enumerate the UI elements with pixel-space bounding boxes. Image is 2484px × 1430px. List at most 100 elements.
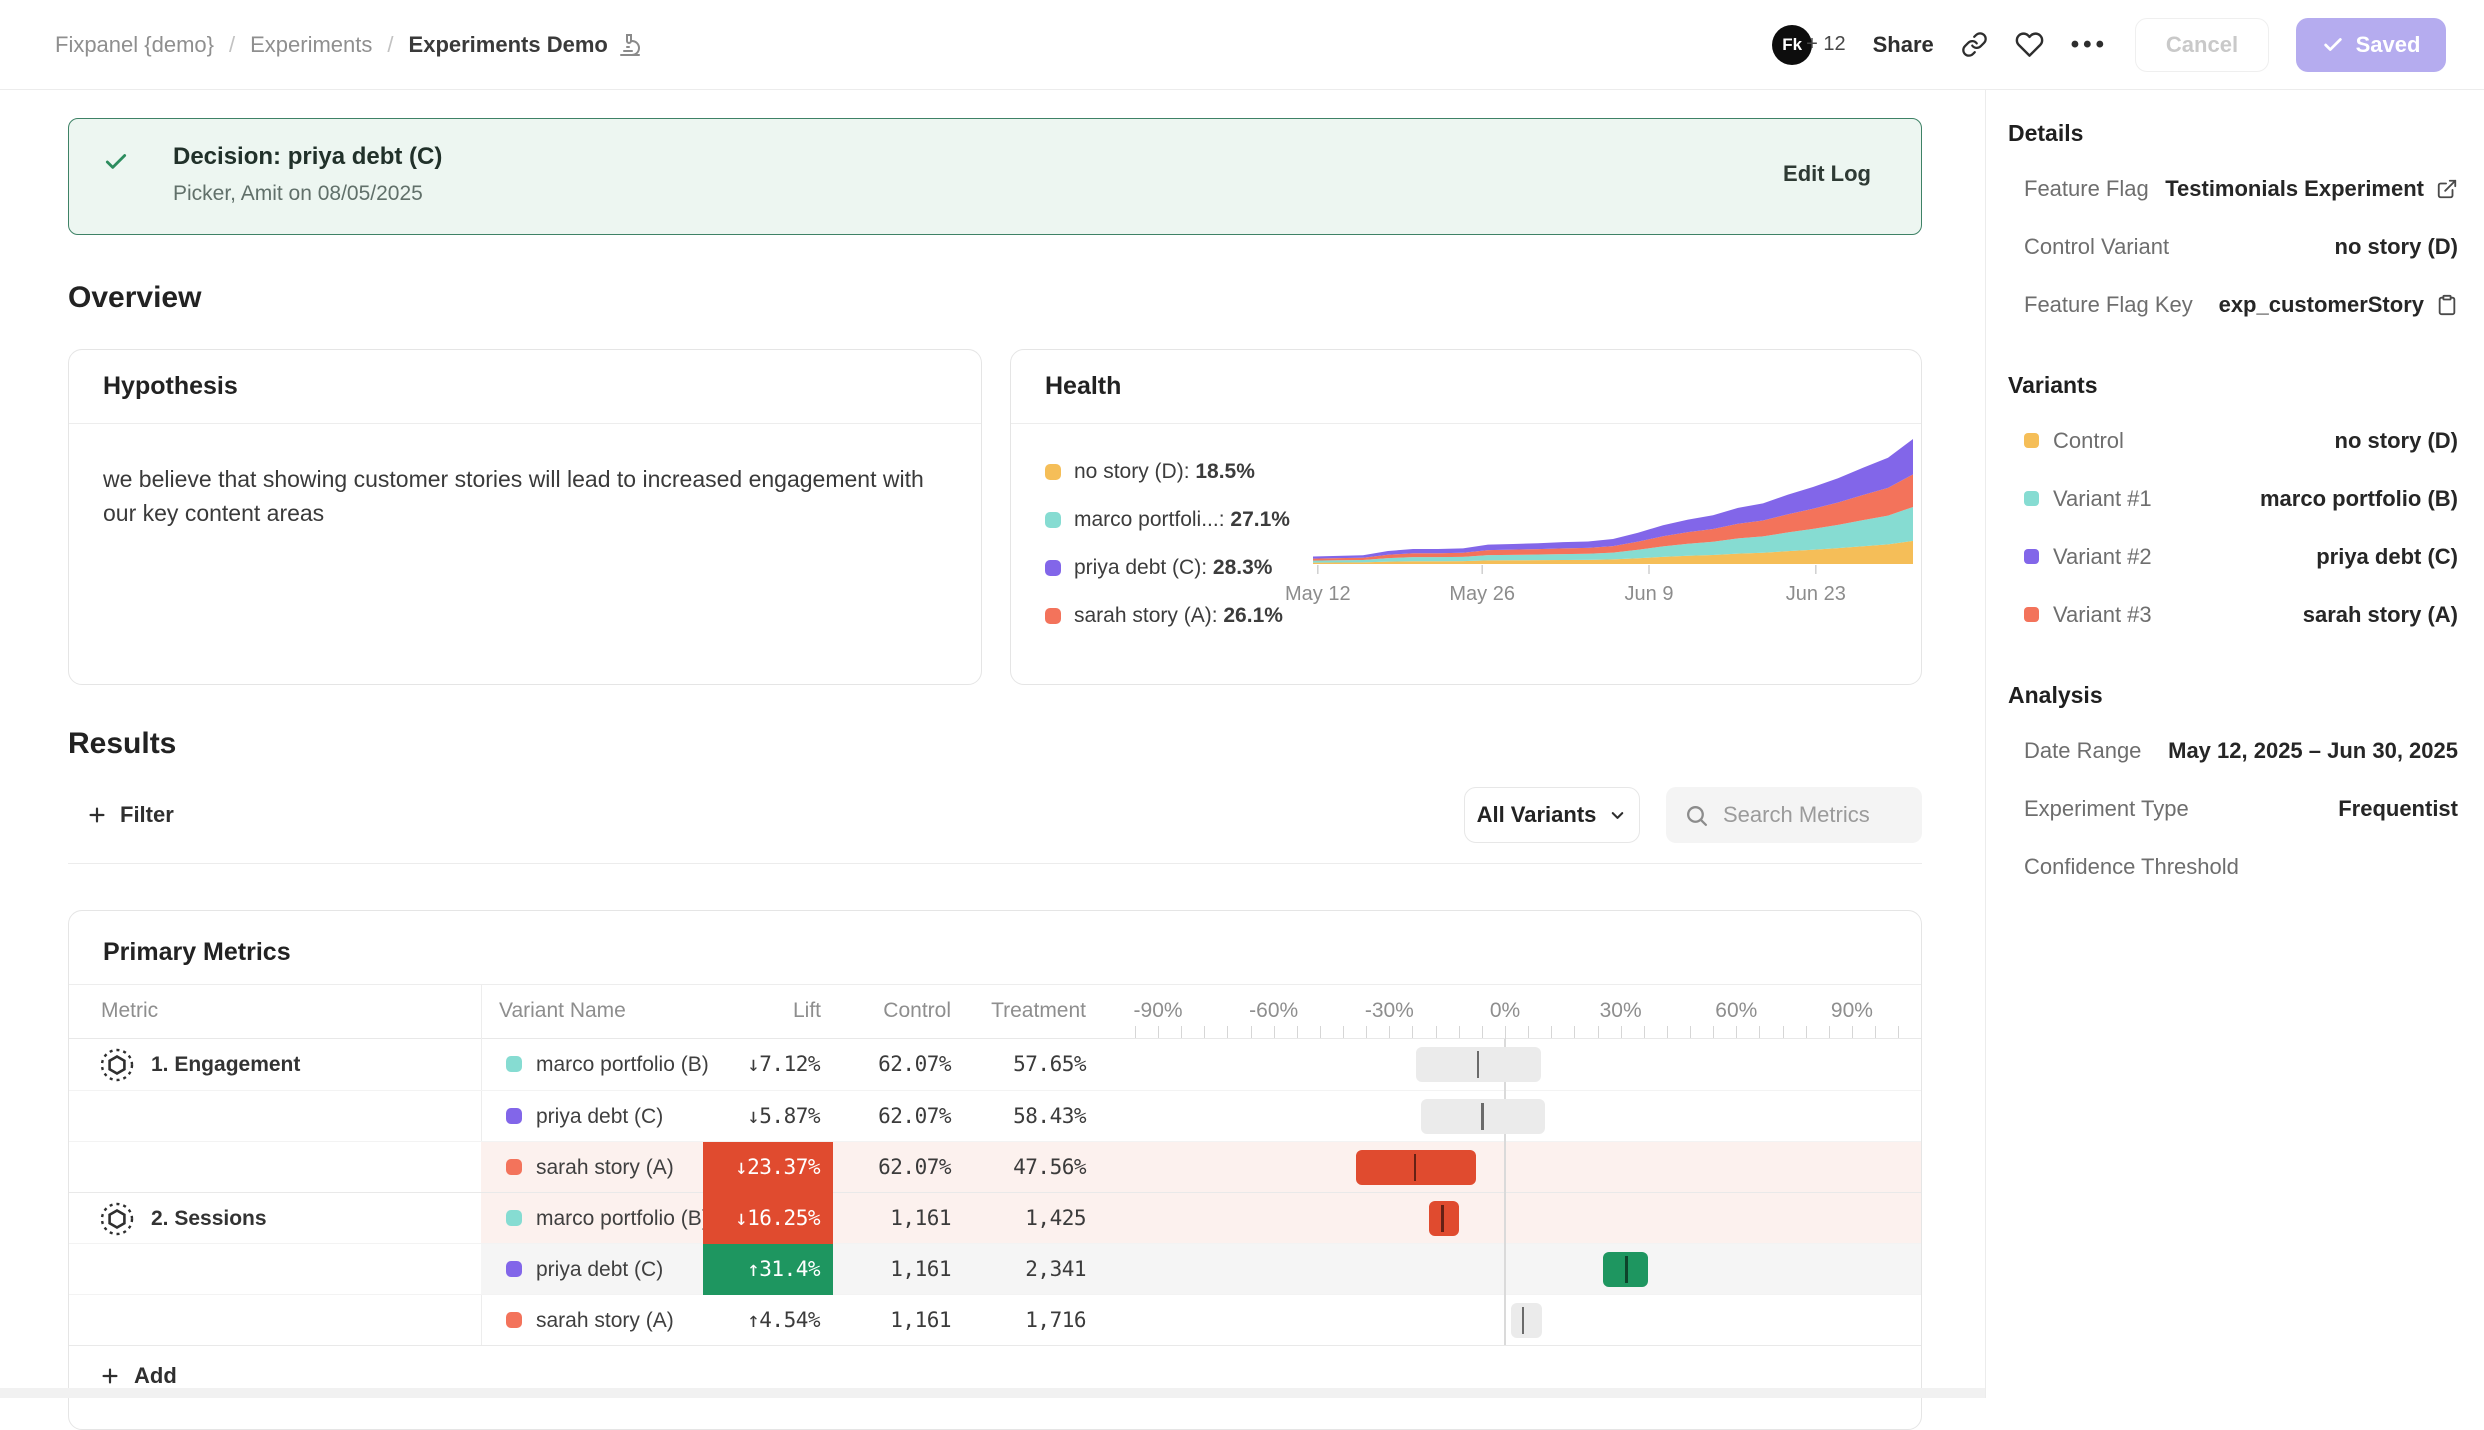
variant-value: marco portfolio (B)	[2260, 486, 2458, 512]
legend-swatch	[1045, 512, 1061, 528]
hypothesis-title: Hypothesis	[69, 350, 981, 424]
legend-item[interactable]: marco portfoli...27.1%	[1045, 508, 1290, 532]
main-content: Decision: priya debt (C) Picker, Amit on…	[68, 90, 1922, 1430]
more-options-icon[interactable]: •••	[2071, 31, 2108, 59]
variant-value: sarah story (A)	[2303, 602, 2458, 628]
flag-key-label: Feature Flag Key	[2008, 292, 2193, 318]
svg-text:Jun 9: Jun 9	[1625, 583, 1674, 605]
table-header: Metric Variant Name Lift Control Treatme…	[69, 984, 1921, 1039]
control-variant-row: Control Variant no story (D)	[2008, 233, 2458, 260]
treatment-value: 58.43%	[956, 1091, 1086, 1142]
date-range-value: May 12, 2025 – Jun 30, 2025	[2168, 738, 2458, 764]
confidence-interval-plot	[1111, 1091, 1911, 1142]
treatment-value: 2,341	[956, 1244, 1086, 1295]
collaborators-count[interactable]: + 12	[1806, 33, 1845, 56]
decision-title: Decision: priya debt (C)	[173, 143, 1921, 171]
decision-subtitle: Picker, Amit on 08/05/2025	[173, 182, 1921, 206]
ci-bar	[1356, 1150, 1476, 1185]
date-range-row: Date Range May 12, 2025 – Jun 30, 2025	[2008, 737, 2458, 764]
legend-item[interactable]: priya debt (C)28.3%	[1045, 556, 1290, 580]
variant-label: Variant #1	[2053, 486, 2152, 512]
variant-row-2: Variant #2 priya debt (C)	[2008, 543, 2458, 570]
variants-dropdown-label: All Variants	[1477, 802, 1597, 828]
table-row[interactable]: 1. Engagement marco portfolio (B) ↓7.12%…	[69, 1039, 1921, 1090]
clipboard-icon[interactable]	[2436, 294, 2458, 316]
experiment-type-value: Frequentist	[2338, 796, 2458, 822]
svg-text:May 12: May 12	[1285, 583, 1351, 605]
favorite-icon[interactable]	[2015, 30, 2044, 59]
saved-button[interactable]: Saved	[2296, 18, 2446, 72]
external-link-icon[interactable]	[2436, 178, 2458, 200]
share-button[interactable]: Share	[1873, 32, 1934, 58]
table-row[interactable]: sarah story (A) ↓23.37% 62.07% 47.56%	[69, 1141, 1921, 1192]
variant-row-control: Control no story (D)	[2008, 427, 2458, 454]
primary-metrics-card: Primary Metrics Metric Variant Name Lift…	[68, 910, 1922, 1430]
decision-banner: Decision: priya debt (C) Picker, Amit on…	[68, 118, 1922, 235]
variants-section: Variants Control no story (D) Variant #1…	[2008, 372, 2458, 628]
variant-name: priya debt (C)	[536, 1091, 663, 1142]
table-row[interactable]: 2. Sessions marco portfolio (B) ↓16.25% …	[69, 1192, 1921, 1243]
svg-text:Jun 23: Jun 23	[1786, 583, 1846, 605]
table-row[interactable]: sarah story (A) ↑4.54% 1,161 1,716	[69, 1294, 1921, 1345]
breadcrumb: Fixpanel {demo} / Experiments / Experime…	[55, 32, 642, 58]
confidence-threshold-label: Confidence Threshold	[2008, 854, 2239, 880]
legend-swatch	[1045, 608, 1061, 624]
table-row[interactable]: priya debt (C) ↓5.87% 62.07% 58.43%	[69, 1090, 1921, 1141]
cancel-button[interactable]: Cancel	[2135, 18, 2269, 72]
ci-bar	[1603, 1252, 1648, 1287]
chevron-down-icon	[1608, 806, 1627, 825]
results-toolbar: Filter All Variants	[68, 787, 1922, 843]
col-metric: Metric	[101, 999, 158, 1023]
health-title: Health	[1011, 350, 1921, 424]
microscope-icon	[618, 33, 642, 57]
results-heading: Results	[68, 727, 1922, 761]
page-title: Experiments Demo	[409, 32, 608, 58]
variant-swatch	[506, 1261, 522, 1277]
details-heading: Details	[2008, 120, 2458, 147]
bottom-strip	[0, 1388, 1985, 1398]
health-legend: no story (D)18.5% marco portfoli...27.1%…	[1045, 460, 1290, 652]
ci-bar	[1416, 1047, 1541, 1082]
edit-log-button[interactable]: Edit Log	[1783, 161, 1871, 187]
variant-row-3: Variant #3 sarah story (A)	[2008, 601, 2458, 628]
legend-item[interactable]: sarah story (A)26.1%	[1045, 604, 1290, 628]
ci-mean-line	[1481, 1103, 1484, 1130]
variants-dropdown[interactable]: All Variants	[1464, 787, 1640, 843]
search-metrics-box[interactable]	[1666, 787, 1922, 843]
feature-flag-value[interactable]: Testimonials Experiment	[2165, 176, 2458, 202]
search-metrics-input[interactable]	[1723, 802, 1893, 828]
breadcrumb-experiments[interactable]: Experiments	[250, 32, 372, 58]
details-section: Details Feature Flag Testimonials Experi…	[2008, 120, 2458, 318]
ci-mean-line	[1625, 1256, 1628, 1283]
col-treatment: Treatment	[956, 999, 1086, 1023]
breadcrumb-project[interactable]: Fixpanel {demo}	[55, 32, 214, 58]
variant-label: Variant #3	[2053, 602, 2152, 628]
control-variant-value: no story (D)	[2335, 234, 2458, 260]
metrics-rows: 1. Engagement marco portfolio (B) ↓7.12%…	[69, 1039, 1921, 1345]
control-value: 62.07%	[821, 1039, 951, 1090]
overview-heading: Overview	[68, 281, 1922, 315]
flag-key-value: exp_customerStory	[2219, 292, 2458, 318]
variant-label: Control	[2053, 428, 2124, 454]
control-variant-label: Control Variant	[2008, 234, 2169, 260]
control-value: 62.07%	[821, 1142, 951, 1193]
variant-swatch	[506, 1312, 522, 1328]
variant-swatch	[2024, 433, 2039, 448]
variants-heading: Variants	[2008, 372, 2458, 399]
add-filter-button[interactable]: Filter	[68, 802, 174, 828]
health-stacked-area-chart: May 12May 26Jun 9Jun 23	[1303, 424, 1923, 604]
table-row[interactable]: priya debt (C) ↑31.4% 1,161 2,341	[69, 1243, 1921, 1294]
ci-mean-line	[1522, 1307, 1525, 1334]
variant-swatch	[2024, 607, 2039, 622]
variant-swatch	[506, 1210, 522, 1226]
divider	[68, 863, 1922, 864]
copy-link-icon[interactable]	[1961, 31, 1988, 58]
lift-value: ↓23.37%	[703, 1142, 833, 1193]
legend-item[interactable]: no story (D)18.5%	[1045, 460, 1290, 484]
plus-icon	[86, 804, 108, 826]
experiment-type-label: Experiment Type	[2008, 796, 2189, 822]
lift-value: ↓5.87%	[703, 1091, 833, 1142]
breadcrumb-current: Experiments Demo	[409, 32, 642, 58]
filter-label: Filter	[120, 802, 174, 828]
variant-swatch	[2024, 491, 2039, 506]
